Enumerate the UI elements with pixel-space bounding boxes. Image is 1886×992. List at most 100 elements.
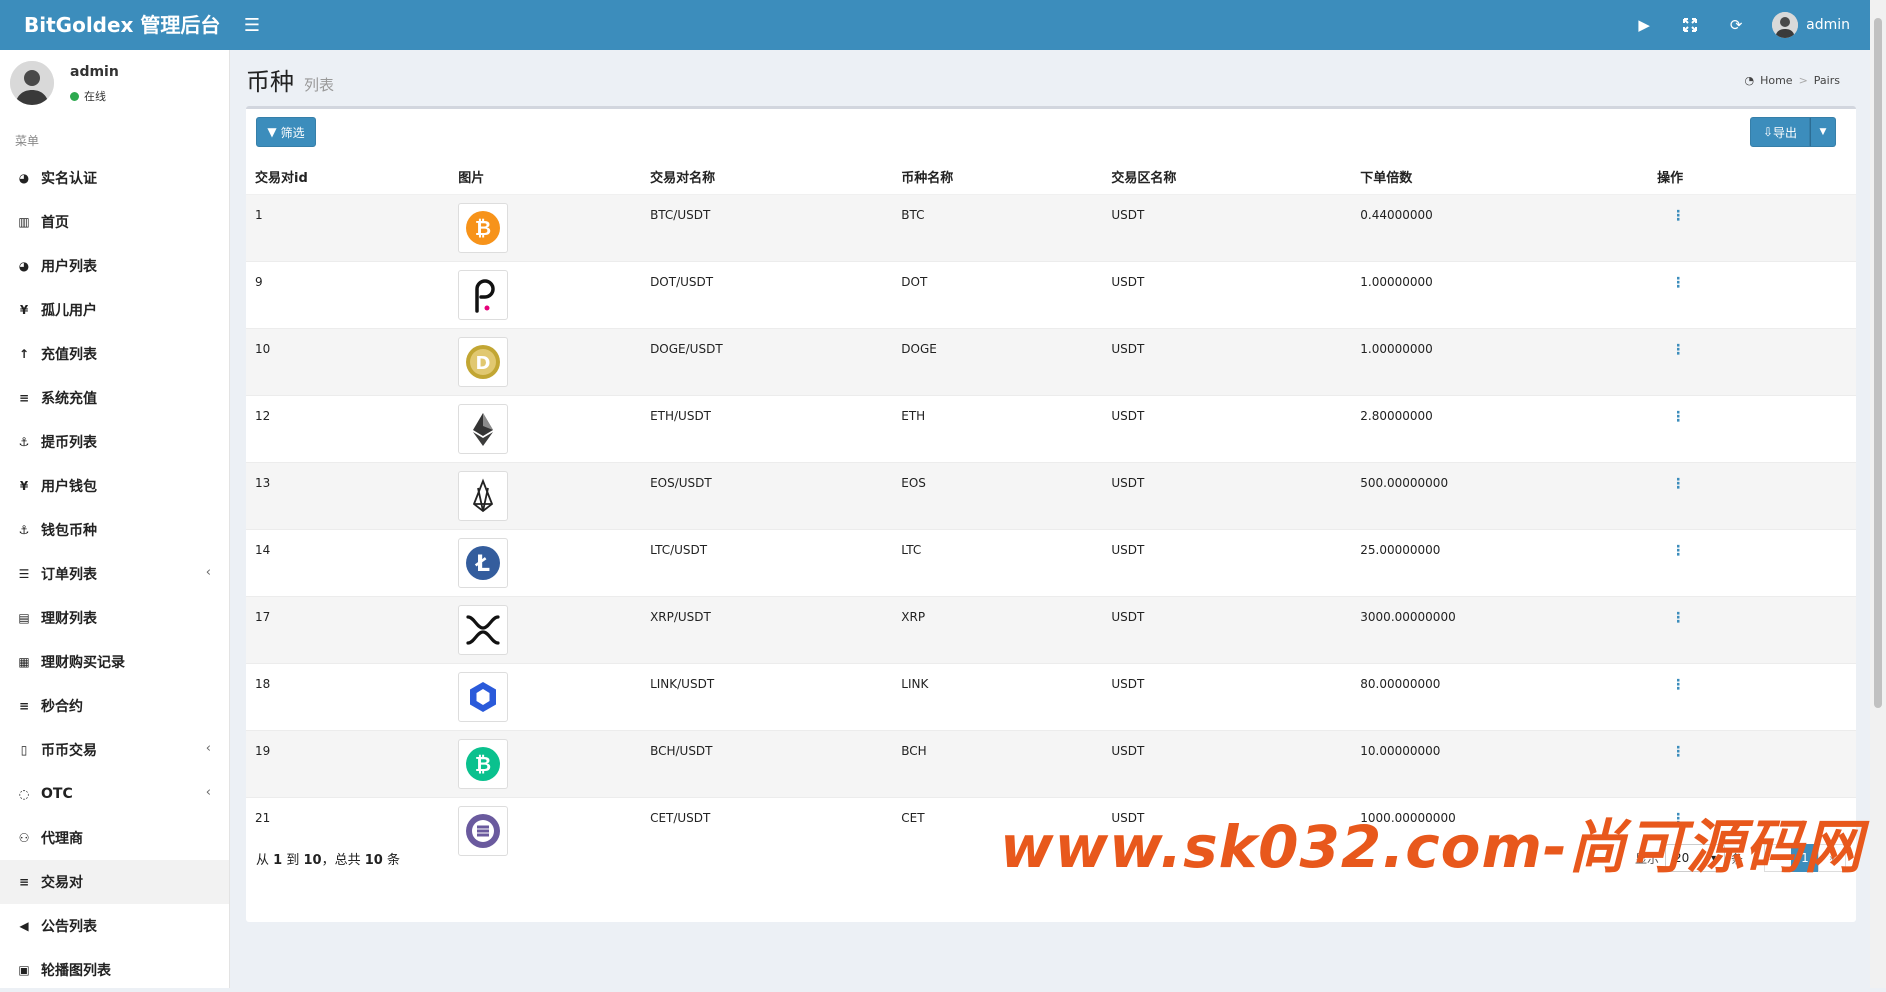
cell-zone: USDT xyxy=(1102,193,1352,261)
more-actions-icon[interactable]: ⋮ xyxy=(1657,610,1685,626)
fullscreen-icon[interactable] xyxy=(1680,15,1700,35)
top-user-name: admin xyxy=(1806,17,1850,33)
top-navbar: BitGoldex 管理后台 ☰ ▶ ⟳ admin xyxy=(0,0,1870,50)
bch-icon[interactable]: ₿ xyxy=(458,738,509,789)
sidebar-item-6[interactable]: ⚓ 提币列表 xyxy=(0,420,229,464)
sidebar-item-9[interactable]: ☰ 订单列表 ‹ xyxy=(0,552,229,596)
cell-zone: USDT xyxy=(1102,729,1352,797)
table-row[interactable]: 10 D DOGE/USDT DOGE USDT 1.00000000 ⋮ xyxy=(246,327,1856,395)
sidebar-item-3[interactable]: ¥ 孤儿用户 xyxy=(0,288,229,332)
sidebar-item-10[interactable]: ▤ 理财列表 xyxy=(0,596,229,640)
top-user-menu[interactable]: admin xyxy=(1772,12,1850,38)
table-row[interactable]: 12 ETH/USDT ETH USDT 2.80000000 ⋮ xyxy=(246,394,1856,462)
more-actions-icon[interactable]: ⋮ xyxy=(1657,342,1685,358)
sidebar-item-2[interactable]: ◕ 用户列表 xyxy=(0,244,229,288)
sidebar-item-15[interactable]: ⚇ 代理商 xyxy=(0,816,229,860)
cell-actions: ⋮ xyxy=(1648,394,1856,462)
more-actions-icon[interactable]: ⋮ xyxy=(1657,543,1685,559)
ltc-icon[interactable]: Ł xyxy=(458,537,509,588)
column-header[interactable]: 下单倍数 xyxy=(1351,159,1649,195)
table-row[interactable]: 14 Ł LTC/USDT LTC USDT 25.00000000 ⋮ xyxy=(246,528,1856,596)
sidebar-item-13[interactable]: ▯ 币币交易 ‹ xyxy=(0,728,229,772)
sidebar-item-5[interactable]: ≡ 系统充值 xyxy=(0,376,229,420)
sidebar: admin 在线 菜单 ◕ 实名认证 ▥ 首页 ◕ 用户列表 ¥ 孤儿用户 ↑ 充值列表 ≡ 系统充值… xyxy=(0,50,230,988)
table-row[interactable]: 1 ₿ BTC/USDT BTC USDT 0.44000000 ⋮ xyxy=(246,193,1856,261)
table-row[interactable]: 18 LINK/USDT LINK USDT 80.00000000 ⋮ xyxy=(246,662,1856,730)
cell-actions: ⋮ xyxy=(1648,193,1856,261)
sidebar-item-4[interactable]: ↑ 充值列表 xyxy=(0,332,229,376)
cell-pair: BCH/USDT xyxy=(641,729,893,797)
cet-icon[interactable] xyxy=(458,805,509,856)
menu-toggle-icon[interactable]: ☰ xyxy=(242,15,262,36)
cell-pair: CET/USDT xyxy=(641,796,893,864)
scrollbar[interactable] xyxy=(1870,0,1886,988)
table-row[interactable]: 17 XRP/USDT XRP USDT 3000.00000000 ⋮ xyxy=(246,595,1856,663)
scrollbar-thumb[interactable] xyxy=(1874,18,1882,708)
sidebar-item-label: 轮播图列表 xyxy=(41,963,111,979)
chevron-left-icon: ‹ xyxy=(205,741,211,756)
cell-image: Ł xyxy=(449,528,642,596)
page-subtitle: 列表 xyxy=(304,76,335,94)
page-title: 币种 xyxy=(246,68,294,96)
column-header[interactable]: 交易对名称 xyxy=(641,159,893,195)
cell-image: ₿ xyxy=(449,193,642,261)
sidebar-item-12[interactable]: ≡ 秒合约 xyxy=(0,684,229,728)
filter-button[interactable]: ▼ 筛选 xyxy=(256,117,316,147)
bars-icon: ≡ xyxy=(18,391,30,405)
btc-icon[interactable]: ₿ xyxy=(458,202,509,253)
sidebar-item-14[interactable]: ◌ OTC ‹ xyxy=(0,772,229,816)
cell-coin: LTC xyxy=(892,528,1103,596)
cell-id: 10 xyxy=(246,327,450,395)
sidebar-item-label: 首页 xyxy=(41,215,69,231)
sidebar-item-18[interactable]: ▣ 轮播图列表 xyxy=(0,948,229,992)
sidebar-item-16[interactable]: ≡ 交易对 xyxy=(0,860,229,904)
brand-logo[interactable]: BitGoldex 管理后台 xyxy=(0,0,230,50)
eth-icon[interactable] xyxy=(458,403,509,454)
column-header[interactable]: 币种名称 xyxy=(892,159,1103,195)
table-info: 从 1 到 10，总共 10 条 xyxy=(256,849,400,868)
play-icon[interactable]: ▶ xyxy=(1634,15,1654,35)
eos-icon[interactable] xyxy=(458,470,509,521)
sidebar-item-1[interactable]: ▥ 首页 xyxy=(0,200,229,244)
cell-coin: LINK xyxy=(892,662,1103,730)
breadcrumb-separator: > xyxy=(1798,74,1808,87)
more-actions-icon[interactable]: ⋮ xyxy=(1657,208,1685,224)
table-row[interactable]: 9 DOT/USDT DOT USDT 1.00000000 ⋮ xyxy=(246,260,1856,328)
sidebar-item-17[interactable]: ◀ 公告列表 xyxy=(0,904,229,948)
more-actions-icon[interactable]: ⋮ xyxy=(1657,677,1685,693)
cell-multiplier: 0.44000000 xyxy=(1351,193,1649,261)
export-dropdown-button[interactable]: ▼ xyxy=(1810,117,1836,147)
refresh-icon[interactable]: ⟳ xyxy=(1726,15,1746,35)
sidebar-item-7[interactable]: ¥ 用户钱包 xyxy=(0,464,229,508)
column-header[interactable]: 交易区名称 xyxy=(1102,159,1352,195)
sidebar-item-label: 实名认证 xyxy=(41,171,97,187)
column-header[interactable]: 操作 xyxy=(1648,159,1856,195)
column-header[interactable]: 图片 xyxy=(449,159,642,195)
doge-icon[interactable]: D xyxy=(458,336,509,387)
more-actions-icon[interactable]: ⋮ xyxy=(1657,275,1685,291)
export-button[interactable]: ⇩ 导出 xyxy=(1750,117,1810,147)
cell-id: 9 xyxy=(246,260,450,328)
column-header[interactable]: 交易对id xyxy=(246,159,450,195)
table-row[interactable]: 19 ₿ BCH/USDT BCH USDT 10.00000000 ⋮ xyxy=(246,729,1856,797)
link-icon[interactable] xyxy=(458,671,509,722)
bar-chart-icon: ▥ xyxy=(18,215,30,229)
sidebar-item-11[interactable]: ▦ 理财购买记录 xyxy=(0,640,229,684)
sidebar-item-label: 用户钱包 xyxy=(41,479,97,495)
table-row[interactable]: 13 EOS/USDT EOS USDT 500.00000000 ⋮ xyxy=(246,461,1856,529)
info-from: 1 xyxy=(273,853,283,868)
xrp-icon[interactable] xyxy=(458,604,509,655)
bars-icon: ≡ xyxy=(18,699,30,713)
more-actions-icon[interactable]: ⋮ xyxy=(1657,744,1685,760)
sidebar-item-0[interactable]: ◕ 实名认证 xyxy=(0,156,229,200)
breadcrumb-home[interactable]: Home xyxy=(1760,74,1792,87)
cell-pair: BTC/USDT xyxy=(641,193,893,261)
sidebar-item-8[interactable]: ⚓ 钱包币种 xyxy=(0,508,229,552)
sidebar-item-label: 订单列表 xyxy=(41,567,97,583)
cell-id: 14 xyxy=(246,528,450,596)
cell-zone: USDT xyxy=(1102,528,1352,596)
dot-icon[interactable] xyxy=(458,269,509,320)
cell-image: D xyxy=(449,327,642,395)
more-actions-icon[interactable]: ⋮ xyxy=(1657,476,1685,492)
more-actions-icon[interactable]: ⋮ xyxy=(1657,409,1685,425)
